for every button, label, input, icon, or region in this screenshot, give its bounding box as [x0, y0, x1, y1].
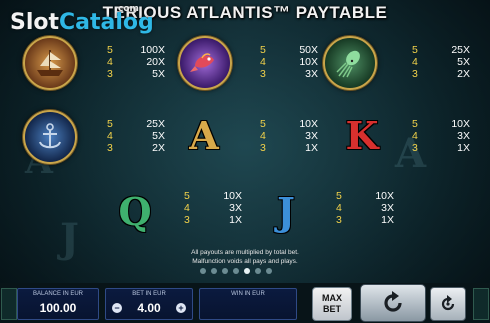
a-paytable: 5 10X 4 3X 3 1X [260, 118, 318, 154]
settings-button[interactable] [473, 288, 489, 320]
j-paytable: 5 10X 4 3X 3 1X [336, 190, 394, 226]
k-symbol: K [345, 112, 379, 158]
q-symbol: Q [118, 188, 152, 234]
a-symbol: A [189, 112, 219, 158]
ship-symbol [23, 36, 77, 90]
squid-icon [336, 50, 360, 78]
page-dot[interactable] [211, 268, 217, 274]
ship-paytable: 5 100X 4 20X 3 5X [107, 44, 165, 80]
page-dot[interactable] [266, 268, 272, 274]
payout-note: All payouts are multiplied by total bet.… [191, 249, 299, 265]
page-dot[interactable] [244, 268, 250, 274]
page-dot[interactable] [255, 268, 261, 274]
bet-panel: BET IN EUR − 4.00 + [105, 288, 193, 320]
balance-value: 100.00 [39, 301, 77, 315]
ship-icon [37, 50, 63, 76]
max-bet-button[interactable]: MAX BET [312, 287, 352, 321]
autoplay-icon [441, 295, 455, 311]
increase-bet-button[interactable]: + [176, 303, 186, 313]
page-dot[interactable] [200, 268, 206, 274]
page-indicator [200, 268, 272, 274]
anchor-symbol [23, 110, 77, 164]
anchor-paytable: 5 25X 4 5X 3 2X [107, 118, 165, 154]
fish-symbol [178, 36, 232, 90]
menu-button[interactable] [1, 288, 17, 320]
squid-paytable: 5 25X 4 5X 3 2X [412, 44, 470, 80]
page-dot[interactable] [222, 268, 228, 274]
refresh-icon [384, 291, 402, 312]
q-paytable: 5 10X 4 3X 3 1X [184, 190, 242, 226]
balance-panel: BALANCE IN EUR 100.00 [17, 288, 99, 320]
page-dot[interactable] [233, 268, 239, 274]
k-paytable: 5 10X 4 3X 3 1X [412, 118, 470, 154]
fish-icon [190, 53, 214, 72]
watermark-logo: SlotCatalog com [10, 4, 154, 35]
fish-paytable: 5 50X 4 10X 3 3X [260, 44, 318, 80]
autoplay-button[interactable] [430, 287, 466, 321]
anchor-icon [39, 123, 61, 149]
win-panel: WIN IN EUR [199, 288, 297, 320]
squid-symbol [323, 36, 377, 90]
spin-button[interactable] [360, 284, 426, 322]
j-symbol: J [277, 188, 295, 234]
